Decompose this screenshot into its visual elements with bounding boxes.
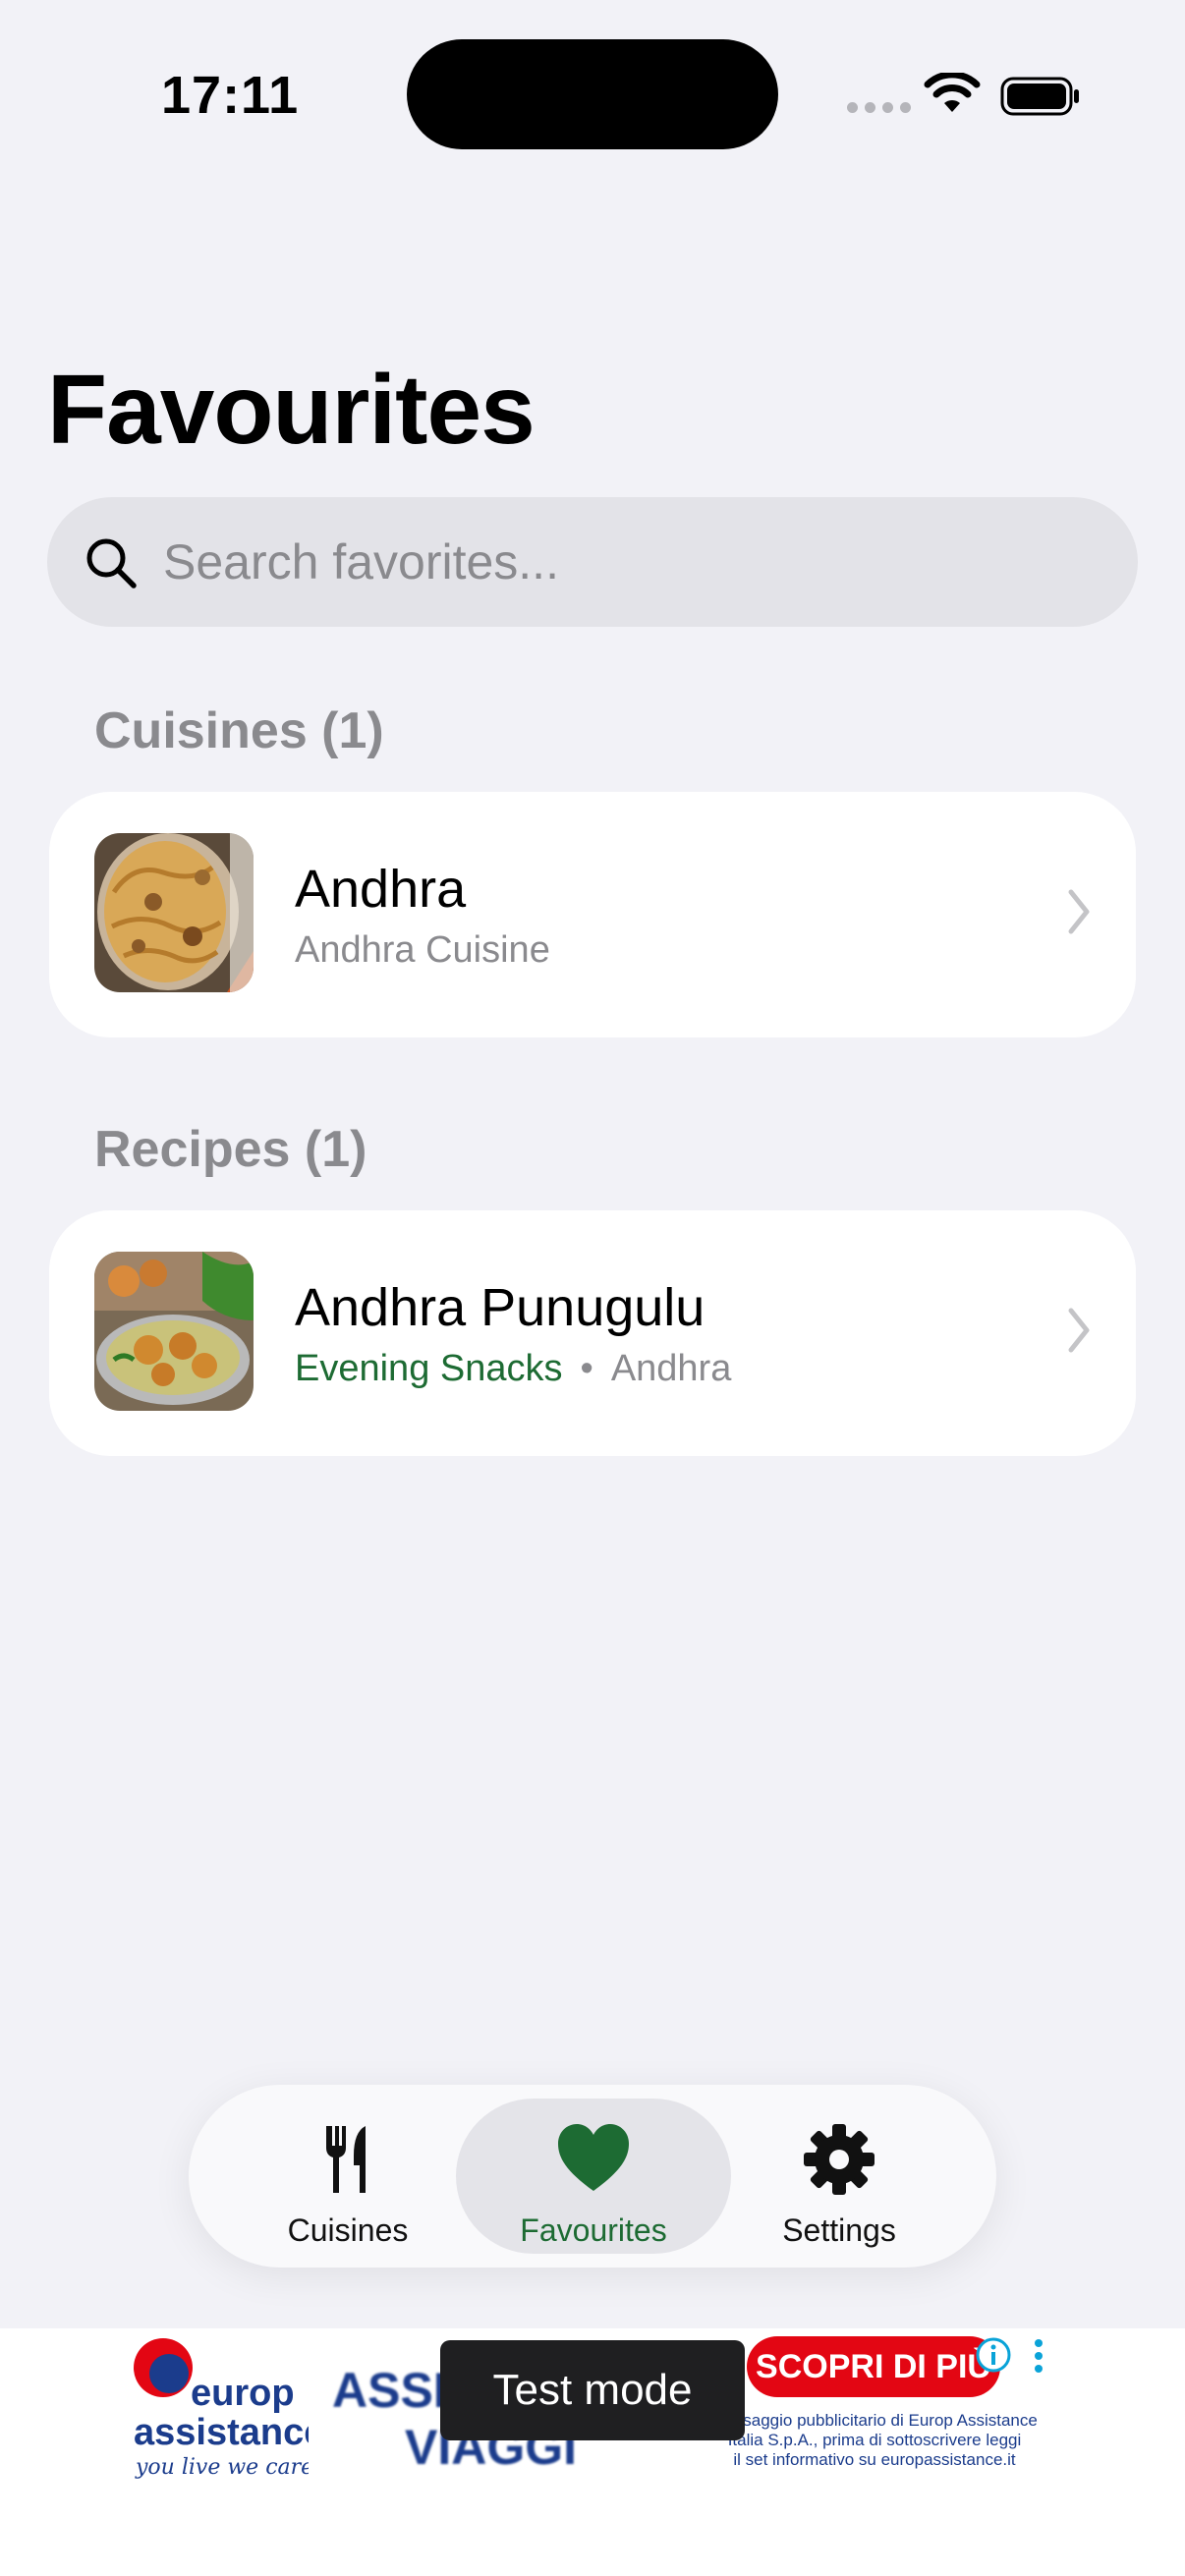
recipe-title: Andhra Punugulu (295, 1278, 705, 1337)
tab-cuisines[interactable]: Cuisines (210, 2099, 485, 2254)
tab-label: Favourites (520, 2212, 667, 2248)
meta-separator: • (580, 1348, 593, 1389)
svg-text:assistance: assistance (134, 2412, 309, 2453)
recipe-cuisine: Andhra (610, 1348, 732, 1389)
svg-text:you live we care: you live we care (135, 2455, 309, 2480)
chevron-right-icon (1068, 889, 1090, 934)
ad-info-icon[interactable] (975, 2336, 1012, 2374)
section-header-cuisines: Cuisines (1) (94, 702, 384, 759)
search-input[interactable] (163, 497, 1097, 627)
europ-assistance-logo: europ assistance you live we care (134, 2338, 309, 2480)
page-title: Favourites (47, 355, 536, 465)
test-mode-label: Test mode (440, 2340, 745, 2440)
wifi-icon (924, 73, 981, 112)
favorite-cuisine-card[interactable]: Andhra Andhra Cuisine (49, 792, 1136, 1037)
tab-bar: Cuisines Favourites Settings (189, 2085, 996, 2268)
cuisine-subtitle: Andhra Cuisine (295, 929, 550, 971)
battery-icon (1000, 77, 1079, 116)
tab-label: Cuisines (287, 2212, 409, 2248)
cellular-signal-icon (847, 102, 911, 113)
svg-text:europ: europ (191, 2373, 295, 2414)
gear-icon (804, 2124, 875, 2195)
heart-icon (558, 2124, 629, 2191)
favorite-recipe-card[interactable]: Andhra Punugulu Evening Snacks • Andhra (49, 1210, 1136, 1456)
tab-favourites[interactable]: Favourites (456, 2099, 731, 2254)
status-time: 17:11 (161, 66, 300, 125)
tab-settings[interactable]: Settings (702, 2099, 977, 2254)
recipe-thumbnail (94, 1252, 254, 1411)
chevron-right-icon (1068, 1308, 1090, 1353)
search-icon (86, 538, 137, 588)
ad-menu-icon[interactable] (1032, 2338, 1045, 2374)
recipe-meta: Evening Snacks • Andhra (295, 1348, 731, 1390)
dynamic-island (407, 39, 778, 149)
cuisine-thumbnail (94, 833, 254, 992)
ad-cta-button[interactable]: SCOPRI DI PIÙ (747, 2336, 1000, 2397)
section-header-recipes: Recipes (1) (94, 1121, 367, 1178)
tab-label: Settings (782, 2212, 896, 2248)
cuisine-title: Andhra (295, 860, 467, 919)
search-bar[interactable] (47, 497, 1138, 627)
recipe-category: Evening Snacks (295, 1348, 563, 1389)
fork-knife-icon (326, 2126, 366, 2193)
